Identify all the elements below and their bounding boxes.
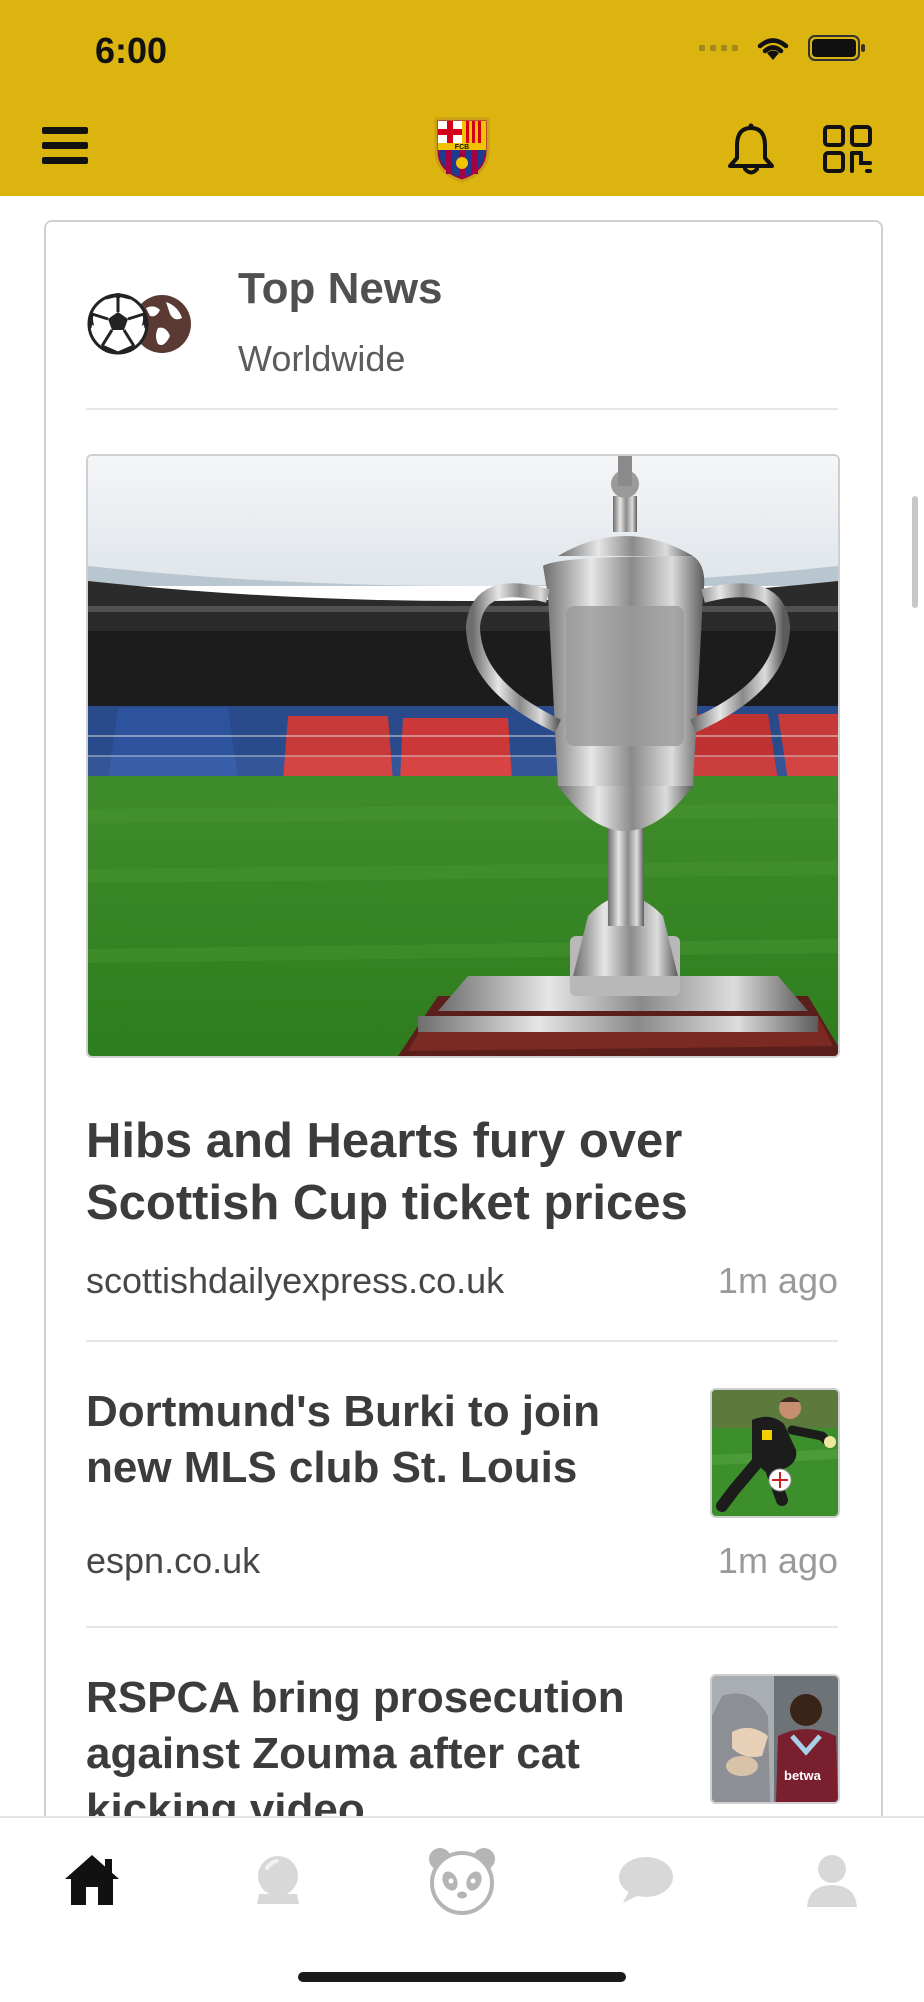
- article-source: espn.co.uk: [86, 1540, 261, 1581]
- status-icons: [699, 34, 866, 62]
- divider: [86, 1340, 838, 1342]
- profile-icon: [807, 1855, 857, 1907]
- app-header: 6:00 FCB: [0, 0, 924, 196]
- qr-code-icon[interactable]: [823, 125, 873, 173]
- top-news-card: Top News Worldwide Hibs and Hearts fury …: [44, 220, 883, 1816]
- article-title[interactable]: Dortmund's Burki to join new MLS club St…: [86, 1384, 600, 1496]
- tab-panda[interactable]: [422, 1840, 502, 1920]
- chat-bubble-icon: [619, 1857, 673, 1903]
- zouma-photo[interactable]: betwa: [710, 1674, 840, 1804]
- sponsor-text: betwa: [784, 1768, 822, 1783]
- title-line: new MLS club St. Louis: [86, 1443, 578, 1492]
- hamburger-menu-icon[interactable]: [42, 125, 90, 167]
- title-line: Dortmund's Burki to join: [86, 1387, 600, 1436]
- article-source: scottishdailyexpress.co.uk: [86, 1260, 505, 1301]
- scrollbar[interactable]: [912, 496, 918, 608]
- status-time: 6:00: [95, 30, 168, 71]
- tab-predictions[interactable]: [238, 1840, 318, 1920]
- article-title[interactable]: RSPCA bring prosecution against Zouma af…: [86, 1670, 625, 1816]
- cellular-signal-icon: [699, 45, 738, 51]
- title-line: kicking video: [86, 1785, 365, 1816]
- wifi-icon: [757, 38, 789, 60]
- soccer-globe-icon: [87, 293, 191, 355]
- battery-icon: [808, 35, 865, 61]
- tab-chat[interactable]: [606, 1840, 686, 1920]
- article-time: 1m ago: [717, 1540, 838, 1581]
- divider: [86, 408, 838, 410]
- crest-text: FCB: [455, 144, 469, 151]
- title-line: Hibs and Hearts fury over: [86, 1114, 683, 1168]
- divider: [86, 1626, 838, 1628]
- title-line: RSPCA bring prosecution: [86, 1673, 625, 1722]
- tab-profile[interactable]: [792, 1840, 872, 1920]
- home-icon: [65, 1855, 119, 1905]
- scottish-cup-trophy-photo[interactable]: [86, 454, 840, 1058]
- news-feed[interactable]: Top News Worldwide Hibs and Hearts fury …: [0, 196, 924, 1816]
- home-indicator: [298, 1972, 626, 1982]
- title-line: Scottish Cup ticket prices: [86, 1176, 688, 1230]
- article-title[interactable]: Hibs and Hearts fury over Scottish Cup t…: [86, 1110, 688, 1234]
- article-time: 1m ago: [717, 1260, 838, 1301]
- fc-barcelona-crest-logo[interactable]: FCB: [430, 115, 494, 183]
- goalkeeper-photo[interactable]: [710, 1388, 840, 1518]
- title-line: against Zouma after cat: [86, 1729, 580, 1778]
- card-title: Top News: [238, 264, 443, 313]
- card-subtitle: Worldwide: [238, 338, 406, 379]
- crystal-ball-icon: [257, 1856, 299, 1904]
- card-header[interactable]: Top News Worldwide: [86, 244, 838, 404]
- bell-icon[interactable]: [725, 122, 777, 176]
- panda-icon: [429, 1848, 495, 1915]
- tab-home[interactable]: [52, 1840, 132, 1920]
